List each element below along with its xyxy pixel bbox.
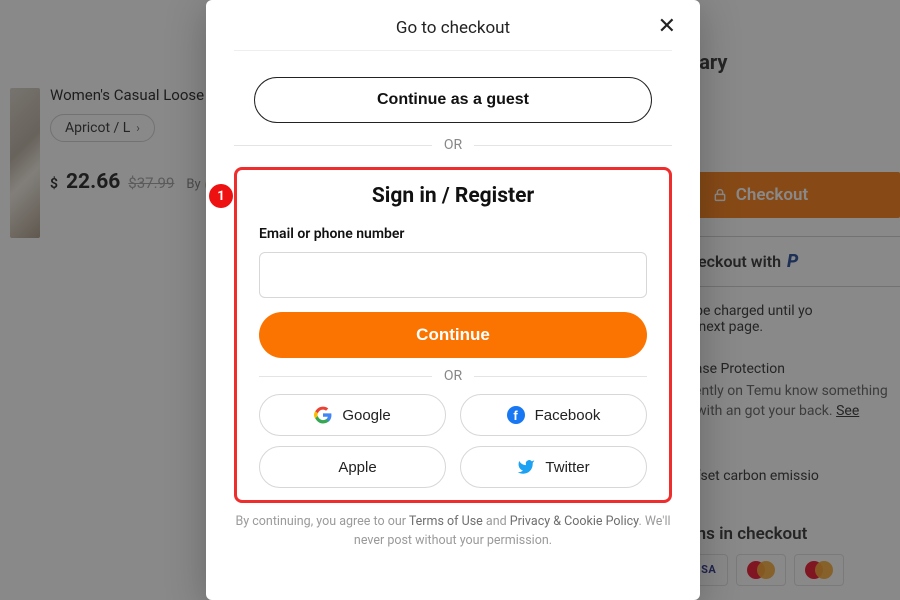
- email-phone-input[interactable]: [259, 252, 647, 298]
- facebook-login-button[interactable]: f Facebook: [460, 394, 647, 436]
- close-icon[interactable]: ✕: [658, 16, 676, 38]
- twitter-login-button[interactable]: Twitter: [460, 446, 647, 488]
- continue-as-guest-button[interactable]: Continue as a guest: [254, 77, 652, 123]
- social-login-grid: Google f Facebook Apple Twitter: [259, 394, 647, 488]
- legal-text: By continuing, you agree to our Terms of…: [234, 513, 672, 551]
- or-separator: OR: [234, 137, 672, 153]
- facebook-icon: f: [507, 406, 525, 424]
- modal-header: Go to checkout ✕: [234, 0, 672, 51]
- checkout-modal: Go to checkout ✕ Continue as a guest OR …: [206, 0, 700, 600]
- twitter-icon: [517, 458, 535, 476]
- or-separator: OR: [259, 368, 647, 384]
- google-login-button[interactable]: Google: [259, 394, 446, 436]
- signin-title: Sign in / Register: [259, 184, 647, 208]
- email-phone-label: Email or phone number: [259, 226, 647, 242]
- privacy-policy-link[interactable]: Privacy & Cookie Policy: [510, 514, 639, 529]
- continue-button[interactable]: Continue: [259, 312, 647, 358]
- signin-register-panel: 1 Sign in / Register Email or phone numb…: [234, 167, 672, 503]
- terms-of-use-link[interactable]: Terms of Use: [409, 514, 483, 529]
- modal-title: Go to checkout: [234, 18, 672, 38]
- apple-login-button[interactable]: Apple: [259, 446, 446, 488]
- google-icon: [314, 406, 332, 424]
- callout-badge: 1: [209, 184, 233, 208]
